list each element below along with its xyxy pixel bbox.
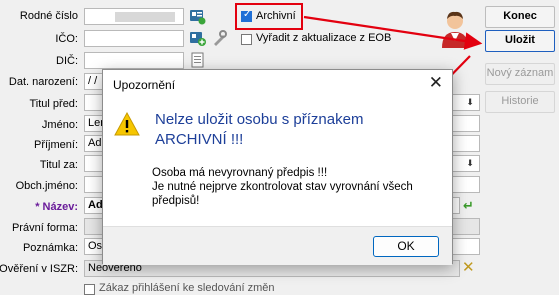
dialog-heading: Nelze uložit osobu s příznakem ARCHIVNÍ … [155, 111, 364, 148]
vyradit-label: Vyřadit z aktualizace z EOB [256, 32, 392, 44]
titul-pred-dropdown-icon[interactable]: ⬇ [463, 95, 477, 109]
dialog-message: Osoba má nevyrovnaný předpis !!! Je nutn… [152, 166, 442, 208]
label-dat-narozeni: Dat. narození: [8, 76, 78, 88]
label-nazev: * Název: [35, 201, 78, 213]
novy-zaznam-button[interactable]: Nový záznam [485, 63, 555, 85]
label-pravni-forma: Právní forma: [11, 222, 78, 234]
checkmark-icon[interactable]: ↵ [463, 198, 474, 214]
rodne-cislo-masked [115, 12, 175, 22]
archivni-label: Archivní [256, 10, 296, 22]
label-titul-za: Titul za: [39, 159, 78, 171]
label-jmeno: Jméno: [41, 119, 78, 131]
label-titul-pred: Titul před: [29, 98, 78, 110]
dialog-message-line1: Osoba má nevyrovnaný předpis !!! [152, 167, 328, 179]
dialog-titlebar: Upozornění ✕ [103, 70, 452, 99]
warning-dialog: Upozornění ✕ Nelze uložit osobu s přízna… [102, 69, 453, 265]
label-overeni: Ověření v ISZR: [0, 263, 78, 275]
contact-card-icon[interactable] [189, 8, 206, 25]
clear-icon[interactable]: ✕ [462, 258, 475, 276]
dialog-message-line2: Je nutné nejprve zkontrolovat stav vyrov… [152, 181, 413, 207]
label-rodne-cislo: Rodné číslo [19, 10, 78, 22]
konec-button[interactable]: Konec [485, 6, 555, 28]
tools-icon[interactable] [211, 30, 228, 47]
label-dic: DIČ: [56, 55, 78, 67]
add-contact-icon[interactable] [189, 30, 206, 47]
rodne-cislo-field[interactable] [84, 8, 184, 25]
vyradit-checkbox[interactable] [241, 34, 252, 45]
label-ico: IČO: [55, 33, 78, 45]
ok-button[interactable]: OK [373, 236, 439, 257]
dialog-title: Upozornění [113, 78, 176, 92]
warning-icon [114, 112, 140, 136]
ico-field[interactable] [84, 30, 184, 47]
titul-za-dropdown-icon[interactable]: ⬇ [463, 156, 477, 170]
historie-button[interactable]: Historie [485, 91, 555, 113]
zakaz-label: Zákaz přihlášení ke sledování změn [99, 282, 275, 294]
label-poznamka: Poznámka: [22, 242, 78, 254]
dic-field[interactable] [84, 52, 184, 69]
ulozit-button[interactable]: Uložit [485, 30, 555, 52]
user-avatar-icon [442, 11, 468, 48]
label-prijmeni: Příjmení: [33, 139, 78, 151]
zakaz-checkbox[interactable] [84, 284, 95, 295]
document-icon[interactable] [189, 52, 206, 69]
archivni-checkbox[interactable] [241, 9, 252, 22]
close-icon[interactable]: ✕ [429, 74, 443, 92]
label-obch-jmeno: Obch.jméno: [15, 180, 78, 192]
